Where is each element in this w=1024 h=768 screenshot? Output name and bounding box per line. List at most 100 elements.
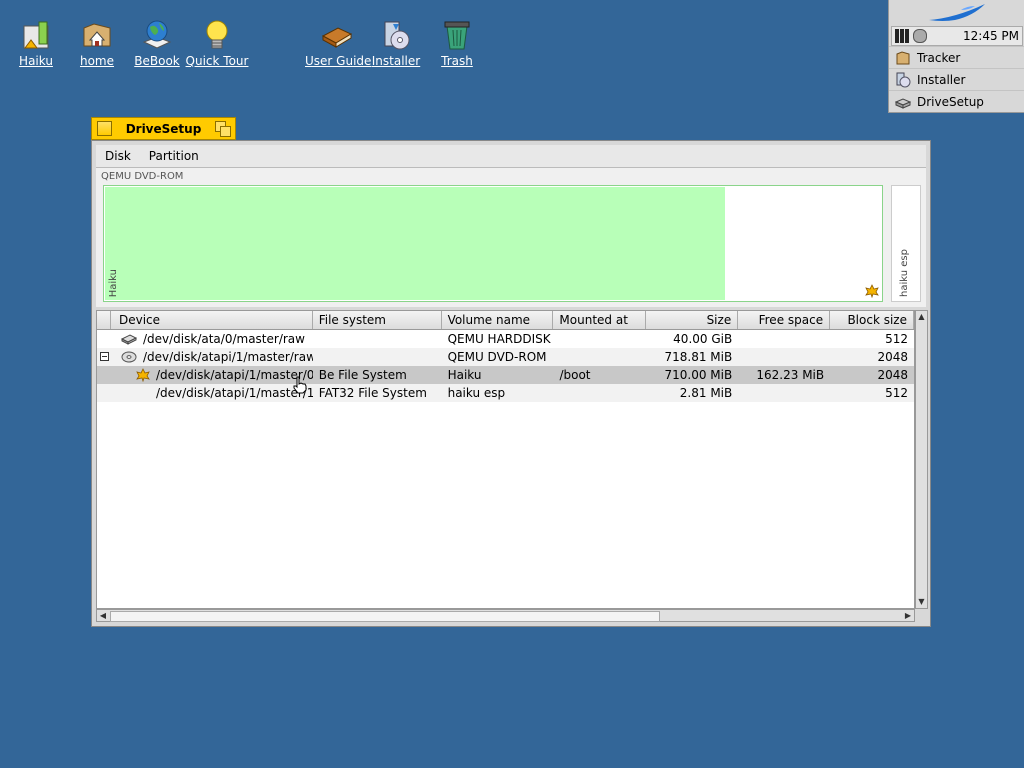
menu-disk[interactable]: Disk [96,149,140,163]
disk-map-label: QEMU DVD-ROM [101,171,184,182]
cell-block-size: 512 [885,386,909,400]
menu-partition[interactable]: Partition [140,149,208,163]
home-folder-icon [80,18,114,52]
column-header-size[interactable]: Size [646,311,739,329]
table-row[interactable]: /dev/disk/ata/0/master/raw QEMU HARDDISK… [97,330,914,348]
deskbar-app-installer[interactable]: Installer [889,68,1024,90]
desktop-icon-label: home [79,54,115,68]
desktop-icon-label: Trash [441,54,473,68]
trash-icon [440,18,474,52]
cell-device: /dev/disk/atapi/1/master/1 [155,386,313,400]
installer-icon [896,72,911,87]
horizontal-scroll-thumb[interactable] [110,611,660,622]
cpu-monitor-icon[interactable] [895,29,909,43]
cell-volume-name: QEMU DVD-ROM [447,350,547,364]
list-header: Device File system Volume name Mounted a… [97,311,914,330]
scroll-up-arrow-icon[interactable]: ▲ [916,311,927,323]
table-row[interactable]: /dev/disk/atapi/1/master/raw QEMU DVD-RO… [97,348,914,366]
window-close-button[interactable] [97,121,112,136]
partition-haiku-esp[interactable]: haiku esp [891,185,921,302]
desktop-icon-quick-tour[interactable]: Quick Tour [185,18,249,68]
window-title: DriveSetup [125,121,202,136]
column-header-volume-name[interactable]: Volume name [442,311,554,329]
scroll-down-arrow-icon[interactable]: ▼ [916,596,927,608]
collapse-toggle[interactable] [100,352,109,361]
cell-size: 710.00 MiB [664,368,733,382]
cell-size: 2.81 MiB [679,386,733,400]
cell-file-system: FAT32 File System [318,386,427,400]
deskbar-menu-button[interactable] [889,0,1024,26]
partition-used-fill [105,187,726,300]
deskbar: 12:45 PM Tracker Installer DriveSetup [888,0,1024,113]
cell-file-system [313,330,442,348]
deskbar-tray: 12:45 PM [891,26,1023,46]
book-icon [320,18,354,52]
column-header-block-size[interactable]: Block size [830,311,914,329]
cell-file-system [313,348,442,366]
cell-device: /dev/disk/atapi/1/master/raw [111,348,313,366]
cell-free-space: 162.23 MiB [756,368,825,382]
partition-label: haiku esp [899,249,910,297]
window-zoom-button[interactable] [215,120,231,137]
cell-free-space [738,384,830,402]
desktop-icon-home[interactable]: home [65,18,129,68]
desktop-icon-label: Installer [371,54,421,68]
column-header-free-space[interactable]: Free space [738,311,831,329]
scroll-right-arrow-icon[interactable]: ▶ [902,610,914,621]
column-header-device[interactable]: Device [111,311,313,329]
window-tab[interactable]: DriveSetup [91,117,236,140]
column-header-file-system[interactable]: File system [313,311,442,329]
expander-column-header [97,311,111,329]
deskbar-app-label: Installer [917,72,966,87]
desktop-icon-haiku[interactable]: Haiku [4,18,68,68]
partition-list: Device File system Volume name Mounted a… [96,310,915,609]
desktop-icon-label: Haiku [19,54,53,68]
vertical-scrollbar[interactable]: ▲ ▼ [915,310,928,609]
desktop-icon-installer[interactable]: Installer [364,18,428,68]
disk-map: QEMU DVD-ROM Haiku haiku esp [96,168,926,307]
media-icon[interactable] [913,29,927,43]
desktop-icon-bebook[interactable]: BeBook [125,18,189,68]
scroll-left-arrow-icon[interactable]: ◀ [97,610,109,621]
tracker-icon [896,50,910,64]
table-row-selected[interactable]: /dev/disk/atapi/1/master/0 Be File Syste… [97,366,914,384]
cell-volume-name: QEMU HARDDISK [447,332,551,346]
table-row[interactable]: /dev/disk/atapi/1/master/1 FAT32 File Sy… [97,384,914,402]
cell-mounted-at: /boot [559,368,591,382]
cell-size: 40.00 GiB [673,332,733,346]
cell-volume-name: haiku esp [447,386,506,400]
desktop-icon-label: User Guide [305,54,372,68]
drivesetup-window: Disk Partition QEMU DVD-ROM Haiku haiku … [91,140,931,627]
partition-haiku[interactable]: Haiku [103,185,883,302]
cell-free-space [738,348,830,366]
installer-icon [379,18,413,52]
cell-block-size: 2048 [877,368,909,382]
haiku-feather-icon [929,4,985,21]
cell-device: /dev/disk/ata/0/master/raw [111,330,313,348]
cell-volume-name: Haiku [447,368,482,382]
lightbulb-icon [200,18,234,52]
cell-mounted-at [553,330,646,348]
cell-block-size: 2048 [877,350,909,364]
deskbar-app-tracker[interactable]: Tracker [889,46,1024,68]
deskbar-app-label: Tracker [917,50,961,65]
bebook-globe-icon [140,18,174,52]
deskbar-app-drivesetup[interactable]: DriveSetup [889,90,1024,112]
hand-cursor-icon [293,376,307,394]
drivesetup-icon [895,97,911,109]
cell-free-space [738,330,830,348]
deskbar-clock[interactable]: 12:45 PM [963,29,1019,43]
horizontal-scrollbar[interactable]: ◀ ▶ [96,609,915,622]
deskbar-app-label: DriveSetup [917,94,984,109]
cell-device: /dev/disk/atapi/1/master/0 [111,366,313,384]
desktop-icon-trash[interactable]: Trash [425,18,489,68]
desktop-icon-user-guide[interactable]: User Guide [305,18,372,68]
desktop-icon-label: Quick Tour [185,54,249,68]
haiku-leaf-icon [865,284,879,298]
cell-mounted-at [553,348,646,366]
haiku-leaf-icon [136,368,150,382]
cell-mounted-at [553,384,646,402]
partition-label: Haiku [108,268,119,297]
column-header-mounted-at[interactable]: Mounted at [553,311,647,329]
harddisk-icon [120,334,137,345]
